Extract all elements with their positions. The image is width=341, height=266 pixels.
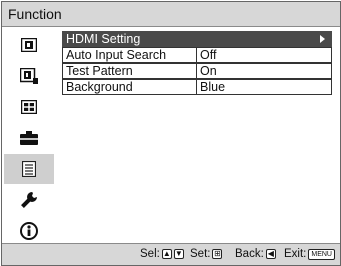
down-arrow-key-icon: ▼	[173, 249, 184, 259]
left-arrow-key-icon: ◀	[265, 249, 276, 259]
sidebar-item-picture-adjust[interactable]	[4, 61, 54, 91]
settings-menu: HDMI Setting Auto Input Search Off Test …	[62, 31, 332, 95]
menu-item-label: Background	[66, 80, 133, 94]
info-icon	[20, 222, 38, 240]
select-hint-label: Sel:	[140, 248, 160, 260]
menu-item-auto-input-search[interactable]: Auto Input Search Off	[62, 47, 332, 63]
sidebar-item-function[interactable]	[4, 154, 54, 184]
back-hint: Back: ◀	[235, 248, 276, 260]
menu-item-value: On	[196, 64, 333, 78]
sidebar-item-setup[interactable]	[4, 123, 54, 153]
select-hint: Sel: ▲ ▼	[140, 248, 184, 260]
screen-icon	[21, 100, 37, 114]
set-hint: Set: ⊞	[190, 248, 223, 260]
exit-hint: Exit: MENU	[284, 248, 335, 260]
window-title: Function	[8, 6, 62, 22]
menu-item-background[interactable]: Background Blue	[62, 79, 332, 95]
submenu-arrow-icon	[320, 35, 325, 43]
sidebar	[4, 30, 54, 244]
menu-item-hdmi-setting[interactable]: HDMI Setting	[62, 31, 332, 47]
menu-item-label: HDMI Setting	[66, 32, 141, 46]
menu-key: MENU	[308, 248, 335, 260]
up-arrow-key-icon: ▲	[161, 249, 172, 259]
enter-key-icon: ⊞	[212, 249, 223, 259]
exit-hint-label: Exit:	[284, 248, 307, 260]
set-hint-label: Set:	[190, 248, 211, 260]
menu-item-label: Test Pattern	[66, 64, 133, 78]
back-hint-label: Back:	[235, 248, 264, 260]
sidebar-item-service[interactable]	[4, 185, 54, 215]
sidebar-item-screen[interactable]	[4, 92, 54, 122]
setup-icon	[20, 131, 38, 145]
menu-item-label: Auto Input Search	[66, 48, 167, 62]
picture-adjust-icon	[20, 68, 38, 84]
title-bar: Function	[2, 2, 340, 27]
status-bar: Sel: ▲ ▼ Set: ⊞ Back: ◀ Exit: MENU	[2, 243, 340, 265]
sidebar-item-information[interactable]	[4, 216, 54, 246]
picture-icon	[21, 38, 37, 52]
function-menu-window: Function HDMI Setting Auto Input Search …	[1, 1, 341, 266]
sidebar-item-picture[interactable]	[4, 30, 54, 60]
menu-item-test-pattern[interactable]: Test Pattern On	[62, 63, 332, 79]
function-icon	[22, 161, 36, 177]
wrench-icon	[21, 192, 37, 208]
menu-item-value: Blue	[196, 80, 333, 94]
menu-item-value: Off	[196, 48, 333, 62]
